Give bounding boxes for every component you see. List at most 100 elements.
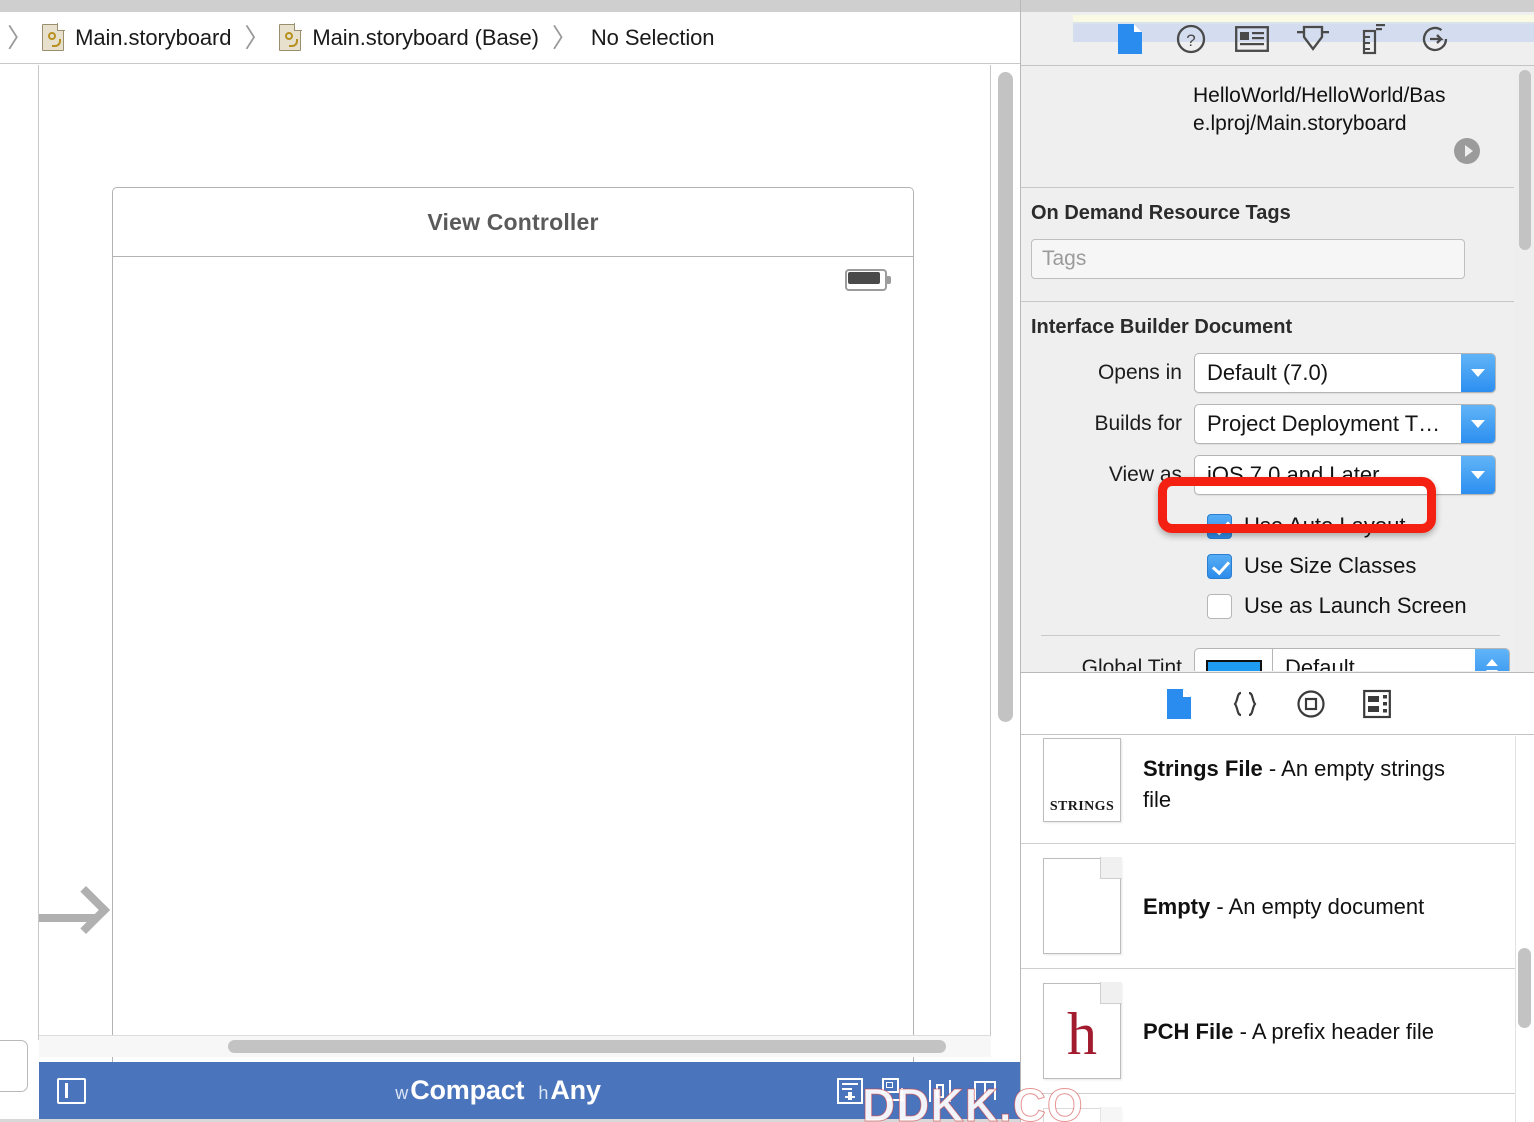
width-value-label: Compact (410, 1075, 524, 1106)
use-auto-layout-row[interactable]: Use Auto Layout (1207, 506, 1514, 546)
builds-for-row: Builds for Project Deployment T… (1031, 404, 1514, 444)
breadcrumb-separator-icon-3: 〉 (543, 18, 587, 58)
file-template-library-icon[interactable] (1161, 686, 1197, 722)
global-tint-popup[interactable]: Default (1272, 648, 1510, 671)
view-as-value: iOS 7.0 and Later (1195, 462, 1461, 488)
canvas-vertical-scroll-thumb[interactable] (998, 72, 1013, 722)
use-auto-layout-label: Use Auto Layout (1244, 513, 1405, 539)
list-item-title: PCH File (1143, 1019, 1233, 1044)
size-class-selector[interactable]: w Compact h Any (159, 1075, 837, 1106)
resize-behavior-icon[interactable] (972, 1078, 998, 1104)
chevron-down-icon-2[interactable] (1461, 404, 1495, 444)
scene-titlebar: View Controller (113, 188, 913, 257)
view-as-popup[interactable]: iOS 7.0 and Later (1194, 455, 1496, 495)
media-library-icon[interactable] (1359, 686, 1395, 722)
connections-inspector-icon[interactable] (1418, 22, 1452, 56)
tags-input[interactable] (1031, 239, 1465, 279)
list-item[interactable]: Assembly File - An assembly file (1021, 1094, 1515, 1122)
attributes-inspector-icon[interactable] (1296, 22, 1330, 56)
on-demand-resource-tags-section: On Demand Resource Tags (1021, 188, 1514, 302)
global-tint-label: Global Tint (1031, 656, 1194, 671)
list-item[interactable]: h PCH File - A prefix header file (1021, 969, 1515, 1094)
breadcrumb-item-no-selection[interactable]: No Selection (587, 25, 719, 51)
size-bar-tools (837, 1078, 1020, 1104)
library-tab-bar[interactable] (1021, 673, 1534, 735)
breadcrumb-item-main-storyboard[interactable]: Main.storyboard (42, 24, 235, 51)
align-icon[interactable] (837, 1078, 863, 1104)
stepper-arrows-icon[interactable] (1475, 648, 1509, 671)
file-inspector-icon[interactable] (1113, 22, 1147, 56)
empty-document-thumb (1043, 858, 1121, 954)
list-item-text: Empty - An empty document (1143, 891, 1424, 922)
view-controller-scene[interactable]: View Controller (112, 187, 914, 1092)
opens-in-value: Default (7.0) (1195, 360, 1461, 386)
use-size-classes-row[interactable]: Use Size Classes (1207, 546, 1514, 586)
use-as-launch-screen-checkbox[interactable] (1207, 594, 1232, 619)
list-item[interactable]: STRINGS Strings File - An empty strings … (1021, 736, 1515, 844)
resolve-issues-icon[interactable] (927, 1078, 953, 1104)
scene-title: View Controller (427, 209, 598, 236)
breadcrumb-item-main-storyboard-base[interactable]: Main.storyboard (Base) (279, 24, 542, 51)
library-pane: STRINGS Strings File - An empty strings … (1021, 672, 1534, 1122)
strings-thumb-word: STRINGS (1043, 799, 1121, 815)
builds-for-popup[interactable]: Project Deployment T… (1194, 404, 1496, 444)
inspector-scroll-thumb[interactable] (1519, 70, 1531, 250)
battery-icon (845, 269, 891, 291)
code-snippet-library-icon[interactable] (1227, 686, 1263, 722)
interface-builder-document-section: Interface Builder Document Opens in Defa… (1021, 302, 1514, 671)
canvas-left-gutter (0, 65, 38, 1057)
opens-in-popup[interactable]: Default (7.0) (1194, 353, 1496, 393)
ib-section-header: Interface Builder Document (1031, 316, 1514, 339)
canvas-horizontal-scroll-thumb[interactable] (228, 1040, 946, 1053)
list-item-title: Empty (1143, 894, 1210, 919)
height-value-label: Any (550, 1075, 600, 1106)
opens-in-label: Opens in (1031, 361, 1194, 385)
size-inspector-icon[interactable] (1357, 22, 1391, 56)
reveal-in-finder-arrow-icon[interactable] (1454, 138, 1480, 164)
breadcrumb[interactable]: d 〉 Main.storyboard 〉 Main.storyboard (B… (0, 12, 1020, 64)
opens-in-row: Opens in Default (7.0) (1031, 353, 1514, 393)
list-item-title: Strings File (1143, 756, 1263, 781)
breadcrumb-label-0: Main.storyboard (71, 25, 235, 51)
scene-body[interactable] (113, 257, 913, 1091)
size-bar-left-group (39, 1078, 159, 1104)
list-item[interactable]: Empty - An empty document (1021, 844, 1515, 969)
library-item-list[interactable]: STRINGS Strings File - An empty strings … (1021, 736, 1515, 1122)
use-auto-layout-checkbox[interactable] (1207, 514, 1232, 539)
list-item-desc: - An empty document (1216, 894, 1424, 919)
pch-file-thumb: h (1043, 983, 1121, 1079)
left-panel-toggle-icon[interactable] (57, 1078, 86, 1104)
pin-icon[interactable] (882, 1078, 908, 1104)
global-tint-color-well[interactable] (1194, 648, 1272, 671)
file-path-block: HelloWorld/HelloWorld/Base.lproj/Main.st… (1021, 66, 1514, 188)
height-prefix-label: h (538, 1083, 550, 1104)
quick-help-icon[interactable]: ? (1174, 22, 1208, 56)
use-as-launch-screen-row[interactable]: Use as Launch Screen (1207, 586, 1514, 626)
utilities-top-rule (1021, 0, 1534, 12)
list-item-text: Strings File - An empty strings file (1143, 753, 1473, 815)
identity-inspector-icon[interactable] (1235, 22, 1269, 56)
width-prefix-label: w (395, 1083, 410, 1104)
svg-text:?: ? (1186, 31, 1195, 50)
storyboard-canvas[interactable]: View Controller (0, 65, 1020, 1040)
utilities-area: ? (1020, 0, 1534, 1122)
chevron-down-icon-3[interactable] (1461, 455, 1495, 495)
canvas-right-divider (990, 65, 991, 1040)
object-library-icon[interactable] (1293, 686, 1329, 722)
use-size-classes-checkbox[interactable] (1207, 554, 1232, 579)
odr-section-header: On Demand Resource Tags (1031, 202, 1486, 225)
file-inspector-panel: HelloWorld/HelloWorld/Base.lproj/Main.st… (1021, 66, 1514, 671)
library-scrollbar[interactable] (1515, 736, 1534, 1122)
library-scroll-thumb[interactable] (1518, 948, 1531, 1028)
global-tint-row: Global Tint Default (1031, 648, 1514, 671)
view-as-label: View as (1031, 463, 1194, 487)
builds-for-value: Project Deployment T… (1195, 411, 1461, 437)
storyboard-icon (42, 24, 64, 51)
chevron-down-icon[interactable] (1461, 353, 1495, 393)
list-item-desc: - A prefix header file (1240, 1019, 1434, 1044)
inspector-tab-bar[interactable]: ? (1021, 12, 1534, 66)
use-as-launch-screen-label: Use as Launch Screen (1244, 593, 1467, 619)
list-item-text: PCH File - A prefix header file (1143, 1016, 1434, 1047)
use-size-classes-label: Use Size Classes (1244, 553, 1416, 579)
tint-divider (1041, 635, 1500, 636)
